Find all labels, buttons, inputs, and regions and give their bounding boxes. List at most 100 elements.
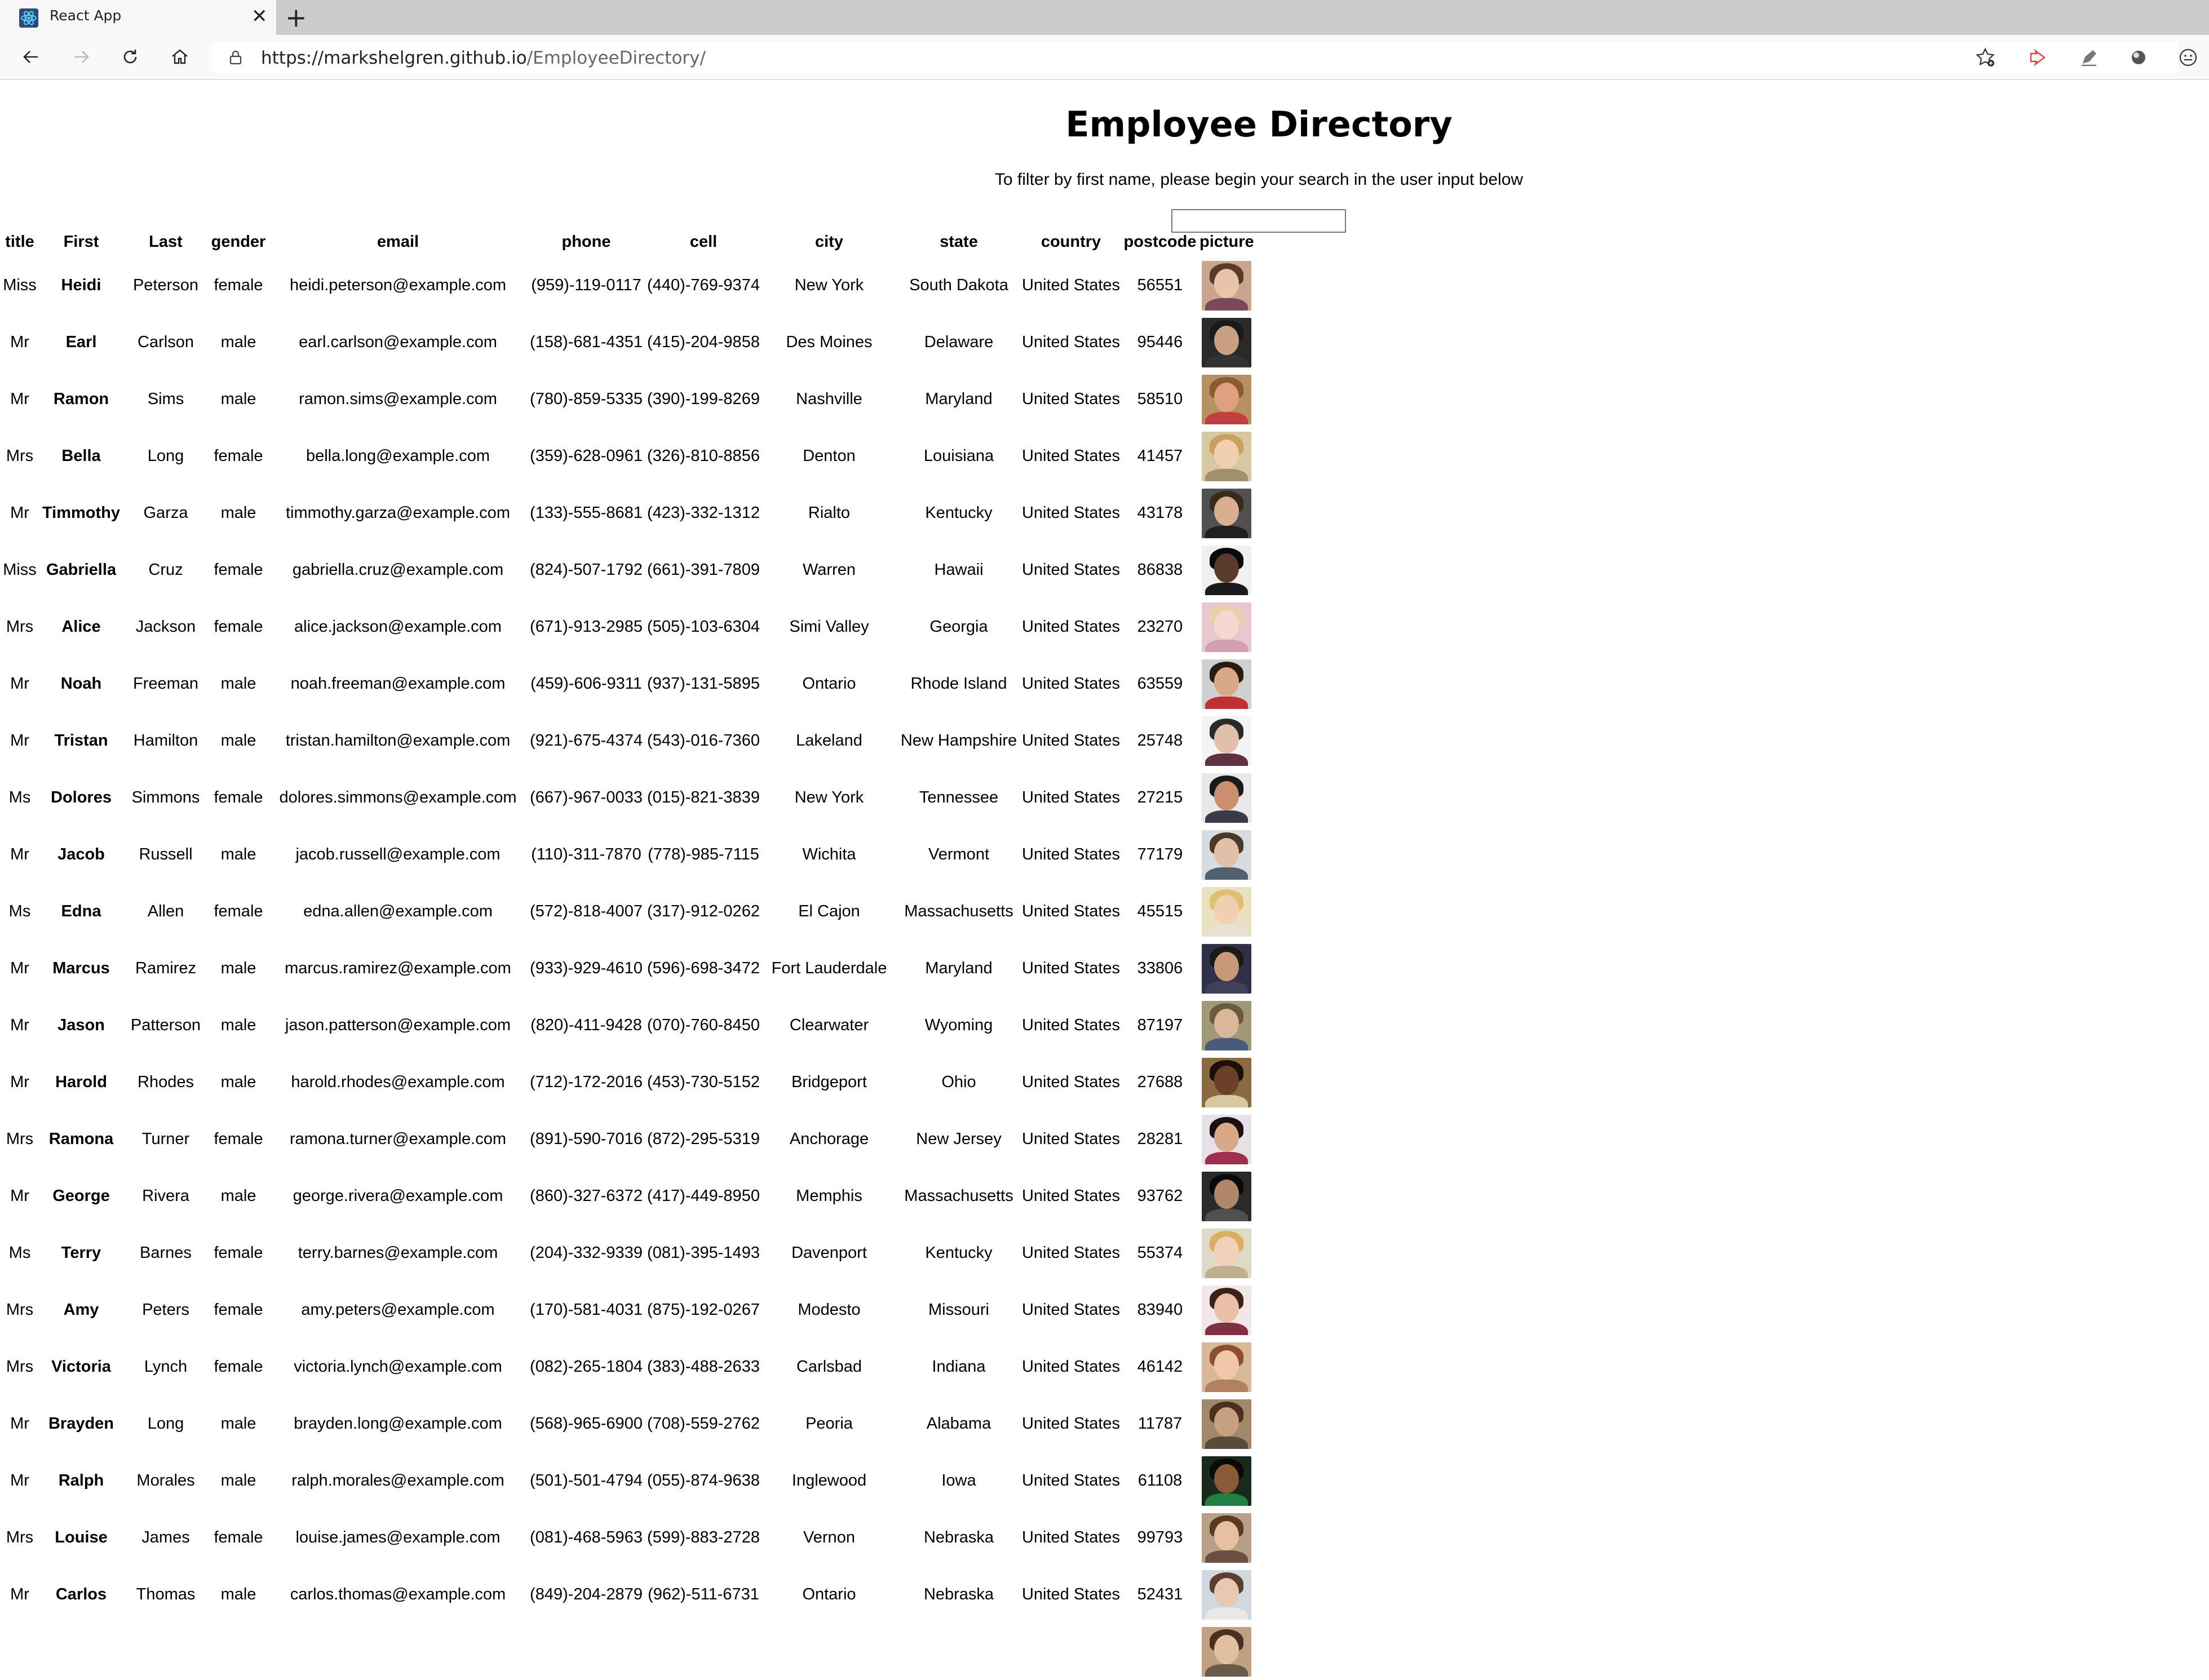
cell-title: Miss bbox=[3, 561, 37, 579]
column-header-last[interactable]: Last bbox=[123, 227, 209, 257]
photo-face bbox=[1214, 1577, 1239, 1607]
column-header-cell[interactable]: cell bbox=[645, 227, 762, 257]
cell-postcode: 52431 bbox=[1137, 1585, 1183, 1603]
photo-face bbox=[1214, 894, 1239, 924]
cell-picture bbox=[1199, 542, 1254, 599]
cell-title: Mr bbox=[10, 504, 29, 522]
employee-photo bbox=[1202, 716, 1252, 766]
photo-body bbox=[1205, 1208, 1249, 1221]
photo-body bbox=[1205, 1151, 1249, 1164]
photo-body bbox=[1205, 1607, 1249, 1620]
photo-body bbox=[1205, 810, 1249, 823]
table-row: Mr Carlos Thomas male carlos.thomas@example.… bbox=[0, 1566, 1254, 1623]
cell-phone: (082)-265-1804 bbox=[530, 1358, 643, 1376]
browser-toolbar: https://markshelgren.github.io/EmployeeD… bbox=[0, 35, 2209, 80]
employee-photo bbox=[1202, 374, 1252, 424]
cell-city: Carlsbad bbox=[796, 1358, 862, 1376]
cell-phone: (133)-555-8681 bbox=[530, 504, 643, 522]
cell-email: alice.jackson@example.com bbox=[294, 618, 502, 636]
cell-country: United States bbox=[1021, 1073, 1121, 1091]
cell-first: Noah bbox=[60, 675, 102, 693]
column-header-state[interactable]: state bbox=[896, 227, 1021, 257]
cell-picture bbox=[1199, 883, 1254, 940]
column-header-title[interactable]: title bbox=[0, 227, 39, 257]
url-text[interactable]: https://markshelgren.github.io/EmployeeD… bbox=[261, 48, 706, 68]
column-header-city[interactable]: city bbox=[762, 227, 896, 257]
back-icon[interactable] bbox=[18, 44, 44, 70]
add-favorite-icon[interactable] bbox=[1973, 45, 1998, 70]
column-header-gender[interactable]: gender bbox=[209, 227, 268, 257]
cell-email: brayden.long@example.com bbox=[294, 1415, 502, 1433]
column-header-picture[interactable]: picture bbox=[1199, 227, 1254, 257]
cell-country: United States bbox=[1021, 902, 1121, 920]
cell-cell: (962)-511-6731 bbox=[648, 1585, 759, 1603]
photo-face bbox=[1214, 1122, 1239, 1152]
feedback-icon[interactable] bbox=[2176, 45, 2201, 70]
employee-photo bbox=[1202, 545, 1252, 595]
cell-city: Wichita bbox=[802, 845, 856, 863]
column-header-first[interactable]: First bbox=[39, 227, 123, 257]
cell-cell: (383)-488-2633 bbox=[647, 1358, 760, 1376]
cell-gender: female bbox=[214, 902, 263, 920]
cell-city: Warren bbox=[803, 561, 856, 579]
extension-red-icon[interactable] bbox=[2026, 45, 2051, 70]
column-header-phone[interactable]: phone bbox=[528, 227, 645, 257]
cell-first: Heidi bbox=[61, 276, 101, 294]
cell-cell: (317)-912-0262 bbox=[647, 902, 760, 920]
browser-tab[interactable]: React App ✕ bbox=[0, 0, 276, 35]
cell-phone: (459)-606-9311 bbox=[530, 675, 642, 693]
cell-state: Tennessee bbox=[919, 788, 999, 806]
cell-state: New Hampshire bbox=[900, 732, 1017, 750]
photo-body bbox=[1205, 1038, 1249, 1050]
cell-title: Mrs bbox=[6, 1528, 34, 1546]
cell-picture bbox=[1199, 826, 1254, 883]
cell-country: United States bbox=[1021, 504, 1121, 522]
column-header-postcode[interactable]: postcode bbox=[1121, 227, 1199, 257]
column-header-country[interactable]: country bbox=[1021, 227, 1121, 257]
cell-gender: male bbox=[220, 845, 256, 863]
cell-postcode: 11787 bbox=[1137, 1415, 1183, 1433]
cell-postcode: 61108 bbox=[1137, 1471, 1183, 1490]
reload-icon[interactable] bbox=[117, 44, 143, 70]
cell-last: Turner bbox=[141, 1130, 190, 1148]
column-header-email[interactable]: email bbox=[268, 227, 528, 257]
pen-extension-icon[interactable] bbox=[2077, 45, 2101, 70]
cell-first: Tristan bbox=[54, 732, 108, 750]
cell-title: Mr bbox=[10, 1471, 29, 1490]
table-header-row: title First Last gender email phone cell… bbox=[0, 227, 1254, 257]
cell-city: Des Moines bbox=[786, 333, 873, 351]
home-icon[interactable] bbox=[167, 44, 193, 70]
cell-phone: (824)-507-1792 bbox=[530, 561, 643, 579]
table-row: Ms Dolores Simmons female dolores.simmons@ex… bbox=[0, 769, 1254, 826]
cell-country: United States bbox=[1021, 276, 1121, 294]
profile-extension-icon[interactable] bbox=[2126, 45, 2151, 70]
photo-body bbox=[1205, 924, 1249, 937]
cell-phone: (891)-590-7016 bbox=[530, 1130, 643, 1148]
cell-last: Peters bbox=[142, 1301, 189, 1319]
cell-postcode: 23270 bbox=[1137, 618, 1183, 636]
photo-face bbox=[1214, 1407, 1239, 1437]
photo-body bbox=[1205, 1550, 1249, 1563]
cell-phone: (780)-859-5335 bbox=[530, 390, 643, 408]
cell-last: Freeman bbox=[132, 675, 199, 693]
cell-phone: (820)-411-9428 bbox=[530, 1016, 642, 1034]
cell-last: Lynch bbox=[144, 1358, 188, 1376]
cell-postcode: 77179 bbox=[1137, 845, 1183, 863]
cell-postcode: 28281 bbox=[1137, 1130, 1183, 1148]
cell-picture bbox=[1199, 599, 1254, 655]
close-tab-icon[interactable]: ✕ bbox=[251, 7, 268, 26]
employee-photo bbox=[1202, 830, 1252, 880]
cell-first: Terry bbox=[61, 1244, 101, 1262]
cell-title: Mr bbox=[10, 1585, 29, 1603]
filter-instructions: To filter by first name, please begin yo… bbox=[994, 170, 1524, 189]
table-row: Mrs Louise James female louise.james@example… bbox=[0, 1509, 1254, 1566]
cell-state: Nebraska bbox=[923, 1585, 994, 1603]
cell-cell: (596)-698-3472 bbox=[647, 959, 760, 977]
new-tab-icon[interactable]: + bbox=[285, 5, 307, 30]
employee-photo bbox=[1202, 1626, 1252, 1677]
lock-icon[interactable] bbox=[227, 49, 244, 66]
forward-icon[interactable] bbox=[68, 44, 94, 70]
address-bar[interactable]: https://markshelgren.github.io/EmployeeD… bbox=[211, 42, 2179, 73]
cell-picture bbox=[1199, 1225, 1254, 1282]
cell-postcode: 86838 bbox=[1137, 561, 1183, 579]
